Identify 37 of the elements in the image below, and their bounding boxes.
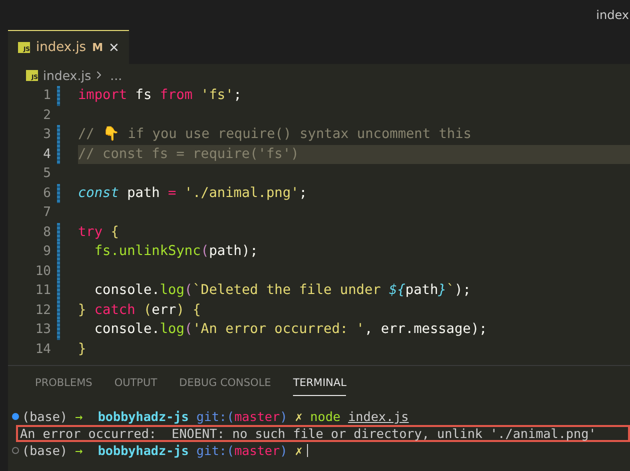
line-number: 12	[34, 302, 51, 318]
close-button[interactable]: ×	[109, 39, 119, 56]
code-line: } catch (err) {	[78, 300, 201, 320]
code-line: fs.unlinkSync(path);	[93, 242, 258, 262]
line-number: 4	[42, 146, 51, 162]
panel-tab[interactable]: DEBUG CONSOLE	[179, 374, 272, 396]
line-number: 1	[42, 88, 51, 104]
line-number: 8	[42, 224, 51, 240]
terminal-line: (base) → bobbyhadz-js git:(master) ✗ node index.js	[22, 409, 409, 424]
window-title: index	[596, 8, 629, 22]
line-number: 10	[34, 264, 51, 279]
code-line: try {	[78, 222, 119, 242]
code-line: console.log(`Deleted the file under ${path}`);	[93, 281, 471, 300]
code-line: }	[78, 340, 86, 359]
line-number: 2	[42, 108, 51, 123]
line-number: 3	[42, 127, 51, 142]
panel-tab[interactable]: TERMINAL	[293, 374, 346, 396]
breadcrumb-item[interactable]: ...	[110, 68, 122, 82]
terminal-line: (base) → bobbyhadz-js git:(master) ✗	[22, 443, 303, 458]
cursor-icon	[306, 444, 308, 457]
code-line: import fs from 'fs';	[78, 86, 242, 106]
line-number: 11	[34, 283, 51, 298]
breadcrumb-item[interactable]: index.js	[43, 68, 92, 82]
line-number: 5	[42, 166, 51, 182]
tab-label: index.js	[36, 40, 86, 55]
line-number: 7	[42, 205, 51, 220]
line-number: 13	[34, 322, 51, 338]
line-number: 14	[34, 342, 51, 357]
code-line: // 👇 if you use require() syntax uncomment this	[78, 125, 472, 144]
panel-tab[interactable]: PROBLEMS	[35, 374, 92, 396]
terminal-line: An error occurred: ENOENT: no such file or directory, unlink './animal.png'	[20, 426, 596, 441]
line-number: 9	[42, 244, 51, 260]
code-line: console.log('An error occurred: ', err.message);	[93, 320, 488, 340]
modified-label: M	[92, 41, 104, 54]
panel-tab[interactable]: OUTPUT	[114, 374, 158, 396]
line-number: 6	[42, 186, 51, 201]
code-line: const path = './animal.png';	[78, 184, 308, 203]
